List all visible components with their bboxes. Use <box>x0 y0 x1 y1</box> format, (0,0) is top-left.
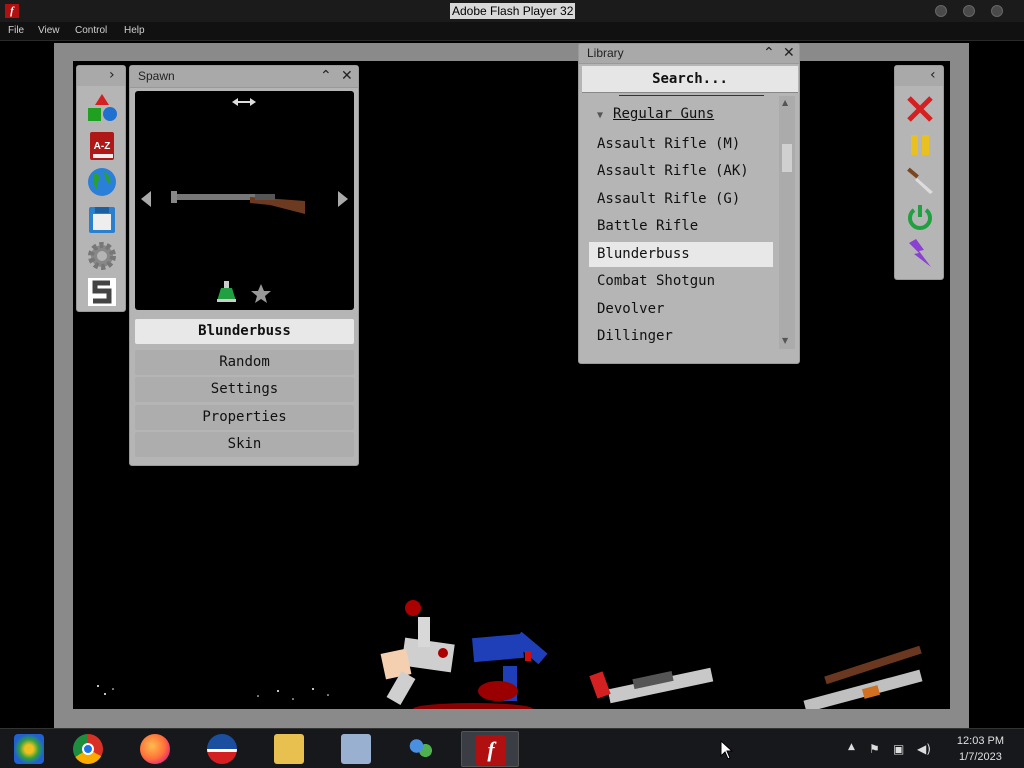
scroll-thumb[interactable] <box>782 144 792 172</box>
left-toolbar-header: › <box>77 66 125 86</box>
dropped-gun-2[interactable] <box>803 645 923 709</box>
globe-icon[interactable] <box>86 166 118 198</box>
collapse-chevron-icon[interactable]: ⌃ <box>763 45 775 61</box>
users-icon <box>406 734 436 764</box>
properties-button[interactable]: Properties <box>135 405 354 430</box>
save-disk-icon[interactable] <box>86 204 118 236</box>
flag-icon[interactable]: ⚑ <box>869 742 880 756</box>
random-button[interactable]: Random <box>135 350 354 375</box>
next-arrow-icon[interactable] <box>338 191 348 207</box>
media-center-icon <box>14 734 44 764</box>
taskbar: f ▲ ⚑ ▣ ◀) 12:03 PM 1/7/2023 <box>0 728 1024 768</box>
s-logo-icon[interactable] <box>86 276 118 308</box>
gear-icon[interactable] <box>86 240 118 272</box>
spawn-item-name[interactable]: Blunderbuss <box>135 319 354 344</box>
clear-x-icon[interactable] <box>904 93 936 125</box>
taskbar-obama[interactable] <box>194 731 252 767</box>
window-title: Adobe Flash Player 32 <box>450 3 576 19</box>
volume-icon[interactable]: ◀) <box>917 742 931 756</box>
library-item-blunderbuss[interactable]: Blunderbuss <box>589 242 773 267</box>
menu-view[interactable]: View <box>38 25 60 36</box>
window-titlebar: f Adobe Flash Player 32 <box>0 0 1024 22</box>
clock-date: 1/7/2023 <box>959 751 1002 763</box>
maximize-button[interactable] <box>963 5 975 17</box>
menu-control[interactable]: Control <box>75 25 107 36</box>
power-icon[interactable] <box>904 201 936 233</box>
library-item-battle-rifle[interactable]: Battle Rifle <box>589 214 773 239</box>
menu-file[interactable]: File <box>8 25 24 36</box>
category-header[interactable]: ▼ Regular Guns <box>597 106 714 122</box>
blunderbuss-preview-icon <box>171 191 305 214</box>
search-underline <box>619 95 764 96</box>
ragdoll-gray[interactable] <box>380 600 455 705</box>
library-panel-title: Library <box>587 46 624 60</box>
a-z-book-icon[interactable]: A-Z <box>86 130 118 162</box>
taskbar-chrome[interactable] <box>60 731 118 767</box>
right-toolbar-header: ‹ <box>895 66 943 86</box>
shapes-icon[interactable] <box>86 92 118 124</box>
scroll-down-arrow-icon[interactable]: ▼ <box>782 336 788 345</box>
skin-button[interactable]: Skin <box>135 432 354 457</box>
flash-player-icon: f <box>476 735 506 765</box>
right-toolbar: ‹ <box>894 65 944 280</box>
menu-help[interactable]: Help <box>124 25 145 36</box>
close-panel-icon[interactable]: ✕ <box>783 45 795 61</box>
taskbar-control-panel[interactable] <box>328 731 386 767</box>
library-item-assault-rifle-ak[interactable]: Assault Rifle (AK) <box>589 159 773 184</box>
taskbar-explorer[interactable] <box>261 731 319 767</box>
svg-text:A-Z: A-Z <box>94 141 111 152</box>
tray-expand-icon[interactable]: ▲ <box>848 742 855 752</box>
library-panel-header: Library ⌃ ✕ <box>579 44 799 64</box>
library-item-devolver[interactable]: Devolver <box>589 297 773 322</box>
library-item-assault-rifle-m[interactable]: Assault Rifle (M) <box>589 132 773 157</box>
firefox-icon <box>140 734 170 764</box>
knife-icon[interactable] <box>904 165 936 197</box>
scroll-up-arrow-icon[interactable]: ▲ <box>782 98 788 107</box>
minimize-button[interactable] <box>935 5 947 17</box>
blood-pool <box>413 703 533 709</box>
flask-icon[interactable] <box>217 281 236 302</box>
favorite-star-icon[interactable] <box>251 284 271 303</box>
prev-arrow-icon[interactable] <box>141 191 151 207</box>
spawn-panel-title: Spawn <box>138 69 175 83</box>
library-scrollbar[interactable]: ▲ ▼ <box>779 96 795 349</box>
settings-button[interactable]: Settings <box>135 377 354 402</box>
category-label: Regular Guns <box>613 106 715 122</box>
dropped-gun-1[interactable] <box>589 667 714 704</box>
close-window-button[interactable] <box>991 5 1003 17</box>
control-panel-icon <box>341 734 371 764</box>
taskbar-clock[interactable]: 12:03 PM 1/7/2023 <box>957 733 1004 765</box>
taskbar-users[interactable] <box>393 731 451 767</box>
network-icon[interactable]: ▣ <box>893 742 904 756</box>
library-panel: Library ⌃ ✕ Search... ▼ Regular Guns Assa… <box>578 43 800 364</box>
stars <box>97 685 329 700</box>
file-explorer-icon <box>274 734 304 764</box>
clock-time: 12:03 PM <box>956 735 1004 747</box>
mouse-cursor-icon <box>720 740 734 760</box>
library-item-dillinger[interactable]: Dillinger <box>589 324 773 349</box>
library-search-input[interactable]: Search... <box>582 66 798 93</box>
lightning-icon[interactable] <box>904 237 936 269</box>
taskbar-flash-player[interactable]: f <box>461 731 519 767</box>
library-item-assault-rifle-g[interactable]: Assault Rifle (G) <box>589 187 773 212</box>
close-panel-icon[interactable]: ✕ <box>341 68 353 84</box>
left-toolbar: › A-Z <box>76 65 126 312</box>
taskbar-media-center[interactable] <box>1 731 59 767</box>
spawn-preview[interactable] <box>135 91 354 310</box>
expand-arrow-icon[interactable]: › <box>109 67 115 83</box>
flash-icon: f <box>5 4 19 18</box>
resize-arrow-icon[interactable] <box>232 98 256 106</box>
taskbar-firefox[interactable] <box>127 731 185 767</box>
obama-logo-icon <box>207 734 237 764</box>
menu-bar: File View Control Help <box>0 22 1024 41</box>
library-item-combat-shotgun[interactable]: Combat Shotgun <box>589 269 773 294</box>
collapse-chevron-icon[interactable]: ⌃ <box>320 68 332 84</box>
spawn-panel-header: Spawn ⌃ ✕ <box>130 66 358 88</box>
collapse-arrow-icon[interactable]: ‹ <box>930 67 936 83</box>
category-expand-triangle-icon: ▼ <box>597 110 604 121</box>
spawn-panel: Spawn ⌃ ✕ Blunderbuss Random Settings Pr… <box>129 65 359 466</box>
pause-icon[interactable] <box>904 129 936 161</box>
chrome-icon <box>73 734 103 764</box>
preview-graphics <box>141 98 348 303</box>
